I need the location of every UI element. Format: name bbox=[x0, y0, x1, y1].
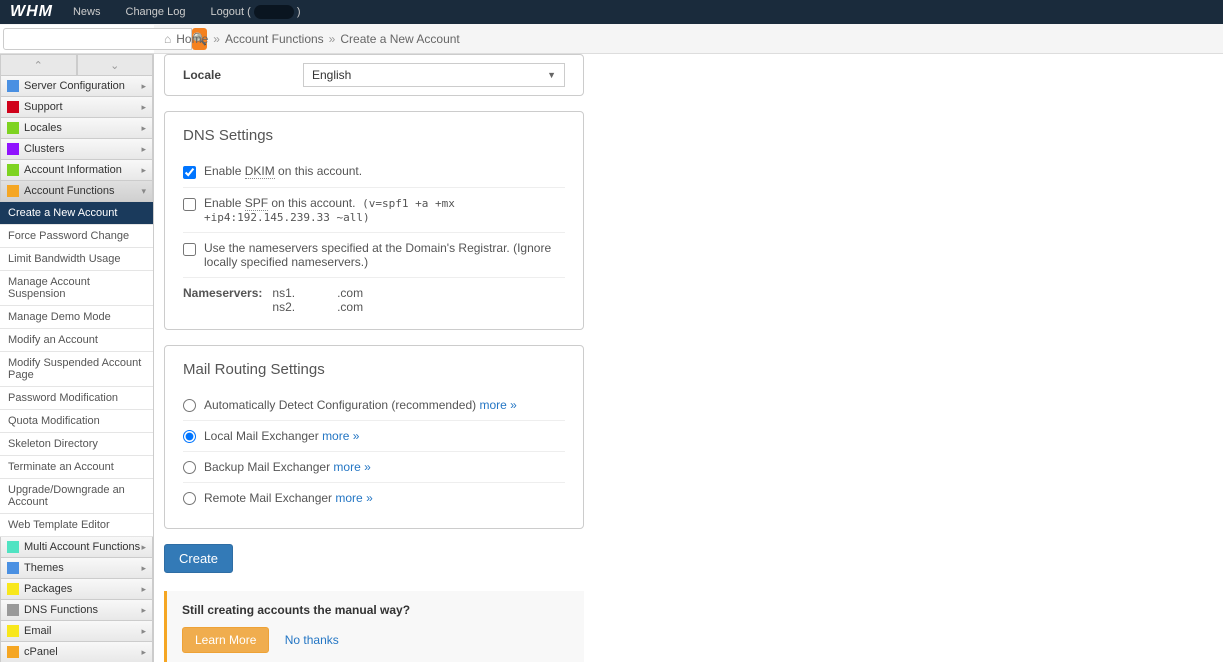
no-thanks-button[interactable]: No thanks bbox=[285, 633, 339, 647]
category-icon bbox=[7, 122, 19, 134]
sidebar-cat-themes[interactable]: Themes▸ bbox=[0, 558, 153, 579]
chevron-right-icon: ▸ bbox=[141, 605, 146, 616]
expand-all-button[interactable]: ⌄ bbox=[77, 54, 154, 76]
chevron-down-icon: ▾ bbox=[141, 186, 146, 197]
search-breadcrumb-row: 🔍 ⌂ Home » Account Functions » Create a … bbox=[0, 24, 1223, 54]
chevron-right-icon: ▸ bbox=[141, 165, 146, 176]
category-icon bbox=[7, 625, 19, 637]
promo-box: Still creating accounts the manual way? … bbox=[164, 591, 584, 662]
sidebar-cat-multi-account-functions[interactable]: Multi Account Functions▸ bbox=[0, 537, 153, 558]
sidebar-item-manage-account-suspension[interactable]: Manage Account Suspension bbox=[0, 271, 153, 306]
create-button[interactable]: Create bbox=[164, 544, 233, 573]
nav-news[interactable]: News bbox=[73, 6, 101, 18]
sidebar-cat-packages[interactable]: Packages▸ bbox=[0, 579, 153, 600]
nameservers-display: Nameservers: ns1.xxxxxxx.com ns2.xxxxxxx… bbox=[183, 278, 565, 314]
sidebar-item-password-modification[interactable]: Password Modification bbox=[0, 387, 153, 410]
collapse-all-button[interactable]: ⌃ bbox=[0, 54, 77, 76]
locale-panel: Locale English ▼ bbox=[164, 54, 584, 96]
category-icon bbox=[7, 185, 19, 197]
category-icon bbox=[7, 164, 19, 176]
chevron-down-icon: ▼ bbox=[547, 70, 556, 80]
nav-changelog[interactable]: Change Log bbox=[126, 6, 186, 18]
sidebar-cat-locales[interactable]: Locales▸ bbox=[0, 118, 153, 139]
category-icon bbox=[7, 604, 19, 616]
chevron-right-icon: ▸ bbox=[141, 647, 146, 658]
chevron-right-icon: ▸ bbox=[141, 123, 146, 134]
nav-logout[interactable]: Logout ( ) bbox=[210, 5, 300, 19]
spf-checkbox[interactable] bbox=[183, 198, 196, 211]
learn-more-button[interactable]: Learn More bbox=[182, 627, 269, 653]
category-icon bbox=[7, 562, 19, 574]
sidebar-item-limit-bandwidth-usage[interactable]: Limit Bandwidth Usage bbox=[0, 248, 153, 271]
breadcrumb: ⌂ Home » Account Functions » Create a Ne… bbox=[154, 32, 470, 46]
mail-local-more[interactable]: more » bbox=[322, 429, 359, 443]
chevron-right-icon: ▸ bbox=[141, 144, 146, 155]
home-icon: ⌂ bbox=[164, 32, 171, 46]
breadcrumb-functions[interactable]: Account Functions bbox=[225, 32, 324, 46]
sidebar-cat-clusters[interactable]: Clusters▸ bbox=[0, 139, 153, 160]
category-icon bbox=[7, 143, 19, 155]
category-icon bbox=[7, 101, 19, 113]
promo-title: Still creating accounts the manual way? bbox=[182, 603, 569, 617]
sidebar-cat-cpanel[interactable]: cPanel▸ bbox=[0, 642, 153, 662]
locale-label: Locale bbox=[183, 68, 303, 82]
sidebar-item-upgrade-downgrade-an-account[interactable]: Upgrade/Downgrade an Account bbox=[0, 479, 153, 514]
sidebar-cat-account-functions[interactable]: Account Functions▾ bbox=[0, 181, 153, 202]
chevron-right-icon: ▸ bbox=[141, 626, 146, 637]
sidebar-item-force-password-change[interactable]: Force Password Change bbox=[0, 225, 153, 248]
sidebar-cat-server-configuration[interactable]: Server Configuration▸ bbox=[0, 76, 153, 97]
chevron-right-icon: ▸ bbox=[141, 584, 146, 595]
logo: WHM bbox=[10, 3, 53, 21]
sidebar-item-modify-suspended-account-page[interactable]: Modify Suspended Account Page bbox=[0, 352, 153, 387]
locale-select[interactable]: English ▼ bbox=[303, 63, 565, 87]
mail-title: Mail Routing Settings bbox=[183, 361, 565, 378]
chevron-right-icon: ▸ bbox=[141, 563, 146, 574]
chevron-right-icon: ▸ bbox=[141, 81, 146, 92]
sidebar-item-manage-demo-mode[interactable]: Manage Demo Mode bbox=[0, 306, 153, 329]
mail-remote-more[interactable]: more » bbox=[335, 491, 372, 505]
registrar-ns-checkbox[interactable] bbox=[183, 243, 196, 256]
chevron-up-icon: ⌃ bbox=[34, 59, 43, 72]
sidebar-item-quota-modification[interactable]: Quota Modification bbox=[0, 410, 153, 433]
mail-remote-radio[interactable] bbox=[183, 492, 196, 505]
category-icon bbox=[7, 583, 19, 595]
sidebar-cat-dns-functions[interactable]: DNS Functions▸ bbox=[0, 600, 153, 621]
mail-local-radio[interactable] bbox=[183, 430, 196, 443]
top-bar: WHM News Change Log Logout ( ) bbox=[0, 0, 1223, 24]
sidebar: ⌃ ⌄ Server Configuration▸Support▸Locales… bbox=[0, 54, 154, 662]
sidebar-item-web-template-editor[interactable]: Web Template Editor bbox=[0, 514, 153, 537]
dns-settings-panel: DNS Settings Enable DKIM on this account… bbox=[164, 111, 584, 330]
mail-backup-more[interactable]: more » bbox=[333, 460, 370, 474]
sidebar-item-create-a-new-account[interactable]: Create a New Account bbox=[0, 202, 153, 225]
dkim-checkbox[interactable] bbox=[183, 166, 196, 179]
mail-backup-radio[interactable] bbox=[183, 461, 196, 474]
dns-title: DNS Settings bbox=[183, 127, 565, 144]
sidebar-item-skeleton-directory[interactable]: Skeleton Directory bbox=[0, 433, 153, 456]
mail-auto-more[interactable]: more » bbox=[479, 398, 516, 412]
sidebar-cat-email[interactable]: Email▸ bbox=[0, 621, 153, 642]
breadcrumb-home[interactable]: Home bbox=[176, 32, 208, 46]
sidebar-item-terminate-an-account[interactable]: Terminate an Account bbox=[0, 456, 153, 479]
chevron-right-icon: ▸ bbox=[141, 102, 146, 113]
chevron-down-icon: ⌄ bbox=[110, 59, 119, 72]
content-area: Locale English ▼ DNS Settings Enable DKI… bbox=[154, 54, 1223, 662]
sidebar-cat-support[interactable]: Support▸ bbox=[0, 97, 153, 118]
category-icon bbox=[7, 80, 19, 92]
mail-auto-radio[interactable] bbox=[183, 399, 196, 412]
category-icon bbox=[7, 646, 19, 658]
category-icon bbox=[7, 541, 19, 553]
chevron-right-icon: ▸ bbox=[141, 542, 146, 553]
sidebar-cat-account-information[interactable]: Account Information▸ bbox=[0, 160, 153, 181]
breadcrumb-current: Create a New Account bbox=[340, 32, 459, 46]
mail-routing-panel: Mail Routing Settings Automatically Dete… bbox=[164, 345, 584, 529]
sidebar-item-modify-an-account[interactable]: Modify an Account bbox=[0, 329, 153, 352]
